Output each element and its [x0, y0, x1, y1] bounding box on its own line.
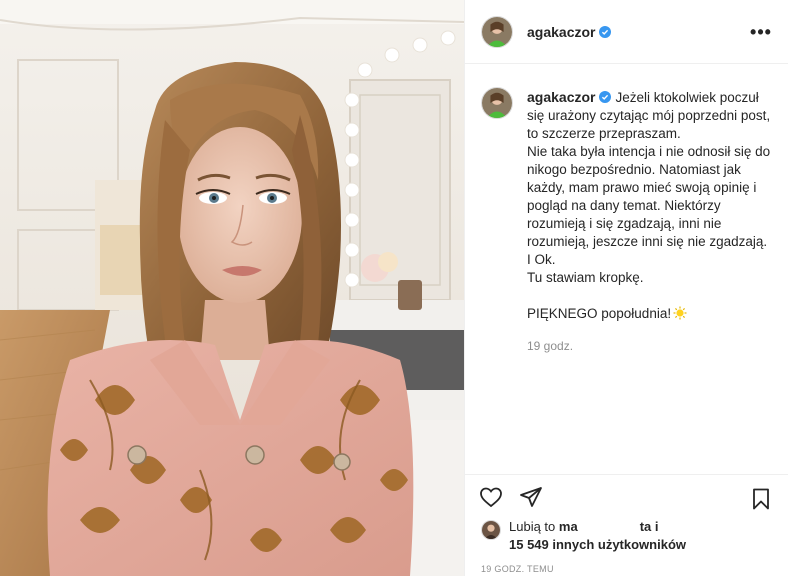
likes-summary: Lubią to ma ta i 15 549 innych użytkownik…: [481, 518, 781, 554]
caption-username[interactable]: agakaczor: [527, 89, 595, 105]
post-photo[interactable]: [0, 0, 464, 576]
heart-icon: [480, 487, 502, 508]
like-button[interactable]: [479, 485, 505, 511]
post-side-panel: agakaczor ••• agakaczor Jeżeli ktokolwie…: [464, 0, 788, 576]
caption-author-avatar[interactable]: [481, 87, 513, 119]
caption-time[interactable]: 19 godz.: [527, 339, 771, 353]
liker-avatar[interactable]: [481, 520, 501, 540]
likes-count[interactable]: 15 549 innych użytkowników: [509, 537, 686, 552]
post-timestamp[interactable]: 19 godz. temu: [481, 564, 554, 574]
caption-text: Jeżeli ktokolwiek poczuł się urażony czy…: [527, 90, 771, 321]
liker-username-end[interactable]: ta i: [640, 519, 659, 534]
profile-avatar-icon: [482, 88, 512, 118]
liker-username[interactable]: ma: [559, 519, 578, 534]
liker-avatar-icon: [482, 521, 500, 539]
action-bar: [465, 474, 788, 524]
post-header: agakaczor •••: [465, 0, 788, 64]
verified-badge-icon: [599, 25, 612, 38]
send-icon: [520, 487, 542, 507]
save-button[interactable]: [749, 487, 775, 513]
author-username[interactable]: agakaczor: [527, 24, 595, 40]
comments-section[interactable]: agakaczor Jeżeli ktokolwiek poczuł się ur…: [465, 64, 788, 474]
caption-body: agakaczor Jeżeli ktokolwiek poczuł się ur…: [527, 88, 771, 353]
bookmark-icon: [753, 488, 769, 510]
caption: agakaczor Jeżeli ktokolwiek poczuł się ur…: [481, 87, 773, 353]
more-options-icon: •••: [750, 21, 772, 42]
caption-text-block: agakaczor Jeżeli ktokolwiek poczuł się ur…: [527, 88, 771, 323]
share-button[interactable]: [519, 485, 545, 511]
verified-badge-icon: [599, 91, 612, 103]
likes-text: Lubią to ma ta i 15 549 innych użytkownik…: [509, 518, 686, 554]
photo-illustration: [0, 0, 464, 576]
profile-avatar-icon: [482, 16, 512, 47]
sun-emoji-icon: [673, 306, 687, 320]
author-avatar[interactable]: [481, 15, 513, 48]
redacted-area: [577, 519, 640, 533]
more-options-button[interactable]: •••: [749, 22, 773, 42]
likes-prefix: Lubią to: [509, 519, 556, 534]
instagram-post: agakaczor ••• agakaczor Jeżeli ktokolwie…: [0, 0, 788, 576]
